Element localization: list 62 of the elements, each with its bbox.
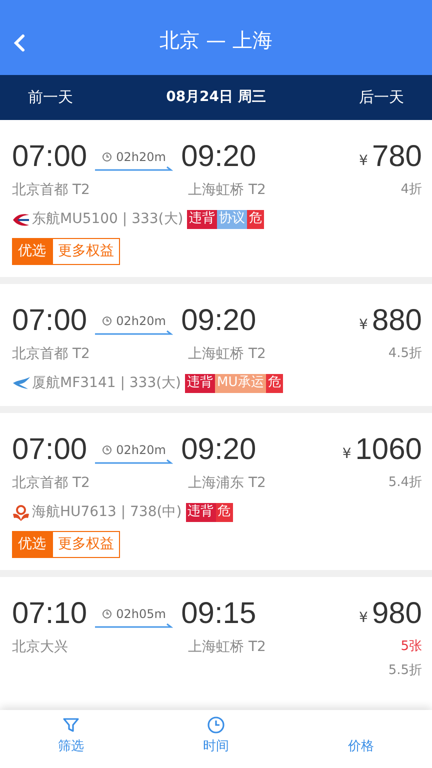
departure-airport: 北京大兴 xyxy=(12,638,69,657)
flight-number: 厦航MF3141 | 333(大) xyxy=(32,374,182,393)
clock-icon xyxy=(102,316,112,326)
preferred-label: 优选 xyxy=(12,531,52,558)
filter-icon xyxy=(62,716,80,734)
currency-symbol: ¥ xyxy=(359,152,368,171)
clock-icon xyxy=(102,609,112,619)
page-title: 北京 — 上海 xyxy=(160,27,272,54)
seats-left: 5张 xyxy=(400,638,422,656)
departure-time: 07:00 xyxy=(12,435,88,465)
tag: MU承运 xyxy=(215,374,266,393)
flight-duration: 02h20m xyxy=(116,313,166,330)
arrival-airport: 上海浦东 T2 xyxy=(188,474,266,493)
airline-logo-icon xyxy=(12,504,30,522)
tag: 违背 xyxy=(186,503,216,522)
departure-airport: 北京首都 T2 xyxy=(12,181,91,200)
departure-time: 07:00 xyxy=(12,306,88,336)
currency-symbol: ¥ xyxy=(342,445,352,464)
benefits-label: 更多权益 xyxy=(52,238,120,265)
ticket-price: 1060 xyxy=(355,435,422,465)
discount-label: 5.5折 xyxy=(388,662,422,680)
tag: 协议 xyxy=(217,210,248,229)
tag: 违背 xyxy=(187,210,218,229)
arrival-time: 09:20 xyxy=(181,306,256,336)
bottom-tab[interactable]: 筛选 xyxy=(16,710,126,768)
previous-day-button[interactable]: 前一天 xyxy=(0,86,101,109)
clock-icon xyxy=(102,445,112,455)
ticket-price: 780 xyxy=(372,142,422,172)
arrival-airport: 上海虹桥 T2 xyxy=(188,345,266,364)
discount-label: 4.5折 xyxy=(388,345,422,363)
arrival-time: 09:15 xyxy=(181,599,256,629)
benefits-label: 更多权益 xyxy=(52,531,120,558)
flight-duration: 02h20m xyxy=(116,442,166,459)
currency-symbol: ¥ xyxy=(359,316,368,335)
departure-airport: 北京首都 T2 xyxy=(12,474,91,493)
tag: 危 xyxy=(216,503,233,522)
departure-time: 07:00 xyxy=(12,142,88,172)
tag: 危 xyxy=(247,210,264,229)
flight-duration: 02h05m xyxy=(116,606,166,623)
arrival-time: 09:20 xyxy=(181,142,256,172)
clock-icon xyxy=(207,716,225,734)
departure-time: 07:10 xyxy=(12,599,88,629)
arrival-airport: 上海虹桥 T2 xyxy=(188,638,266,657)
tag: 危 xyxy=(266,374,283,393)
ticket-price: 980 xyxy=(372,599,422,629)
ticket-price: 880 xyxy=(372,306,422,336)
currency-symbol: ¥ xyxy=(359,609,368,628)
bottom-tab[interactable]: 价格 xyxy=(306,710,416,768)
tag: 违背 xyxy=(185,374,216,393)
next-day-button[interactable]: 后一天 xyxy=(331,86,432,109)
arrival-time: 09:20 xyxy=(181,435,256,465)
bottom-tab[interactable]: 时间 xyxy=(161,710,271,768)
flight-number: 东航MU5100 | 333(大) xyxy=(32,210,184,229)
departure-airport: 北京首都 T2 xyxy=(12,345,91,364)
arrival-airport: 上海虹桥 T2 xyxy=(188,181,266,200)
discount-label: 5.4折 xyxy=(388,474,422,492)
flight-duration: 02h20m xyxy=(116,149,166,166)
flight-number: 海航HU7613 | 738(中) xyxy=(32,503,182,522)
date-label: 08月24日 周三 xyxy=(166,88,266,107)
clock-icon xyxy=(102,152,112,162)
preferred-label: 优选 xyxy=(12,238,52,265)
discount-label: 4折 xyxy=(400,181,422,199)
